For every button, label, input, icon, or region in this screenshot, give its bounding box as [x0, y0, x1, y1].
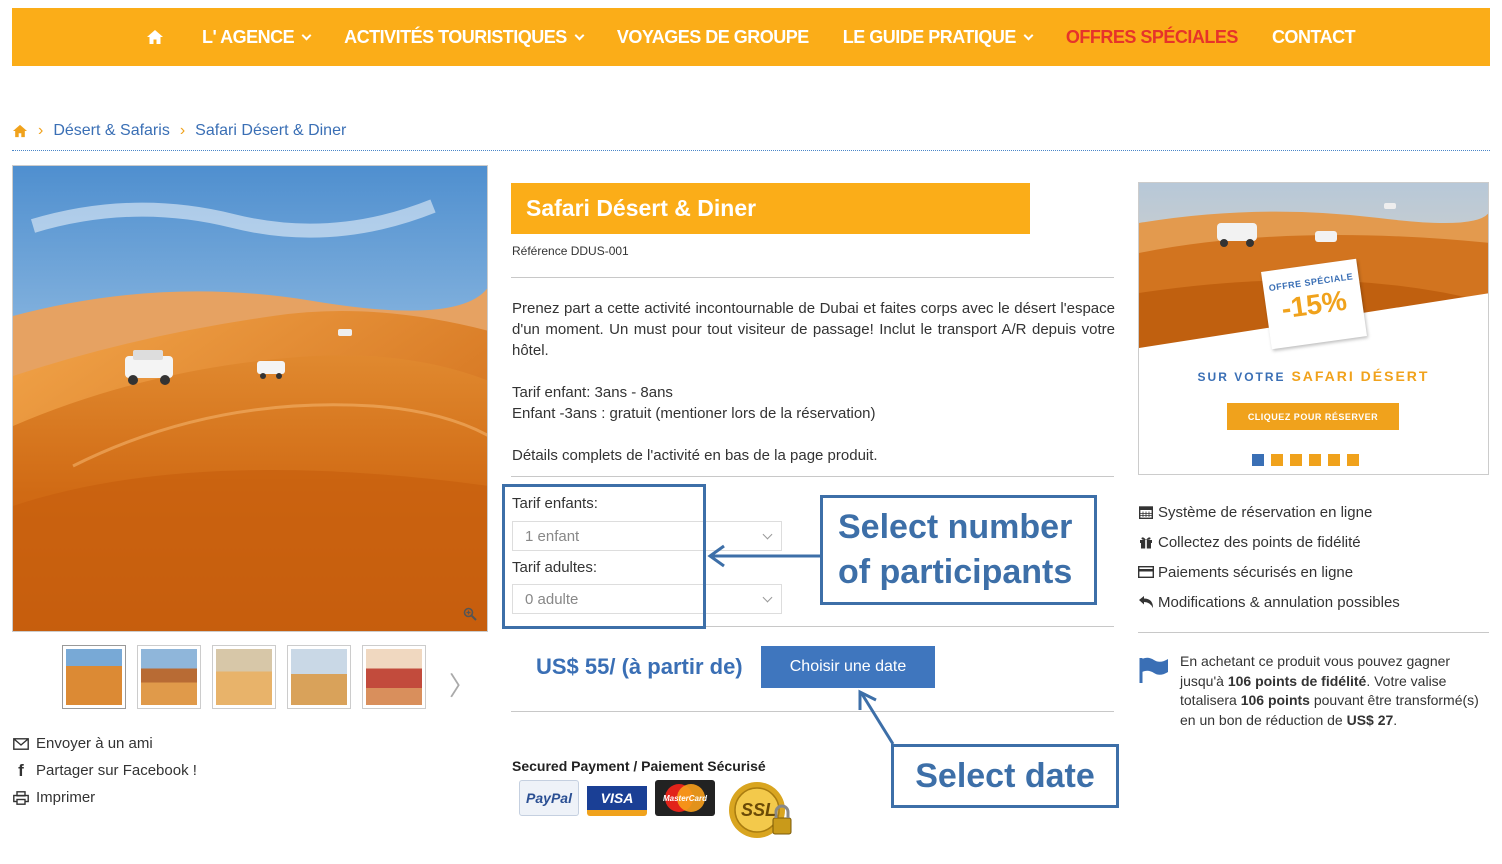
breadcrumb-divider: [12, 150, 1490, 151]
feature-item: Système de réservation en ligne: [1138, 497, 1400, 527]
nav-activites[interactable]: ACTIVITÉS TOURISTIQUES: [344, 27, 585, 48]
share-links: Envoyer à un ami f Partager sur Facebook…: [12, 730, 197, 811]
visa-logo: VISA: [587, 780, 647, 816]
divider: [511, 711, 1114, 712]
chevron-down-icon: [1023, 30, 1034, 40]
promo-banner[interactable]: OFFRE SPÉCIALE -15% SUR VOTRE SAFARI DÉS…: [1138, 182, 1489, 475]
feature-item: Modifications & annulation possibles: [1138, 587, 1400, 617]
chevron-down-icon: [574, 30, 585, 40]
feature-label: Système de réservation en ligne: [1158, 503, 1373, 521]
choose-date-button[interactable]: Choisir une date: [761, 646, 935, 688]
child-rate-text: Tarif enfant: 3ans - 8ans: [512, 384, 673, 401]
facebook-icon: f: [18, 760, 24, 780]
slider-dot[interactable]: [1290, 454, 1302, 466]
email-friend-link[interactable]: Envoyer à un ami: [12, 730, 197, 757]
details-note: Détails complets de l'activité en bas de…: [512, 447, 878, 464]
description-text: Prenez part a cette activité incontourna…: [512, 300, 1115, 359]
envelope-icon: [12, 737, 30, 750]
thumbnail[interactable]: [62, 645, 126, 709]
slider-dot[interactable]: [1252, 454, 1264, 466]
participants-callout: Select number of participants: [820, 495, 1097, 605]
participants-callout-text: Select number of participants: [838, 508, 1073, 591]
chevron-down-icon: [762, 592, 773, 603]
slider-dots: [1252, 454, 1366, 466]
facebook-share-link[interactable]: f Partager sur Facebook !: [12, 757, 197, 784]
thumbnail[interactable]: [362, 645, 426, 709]
slider-dot[interactable]: [1271, 454, 1283, 466]
nav-guide-pratique[interactable]: LE GUIDE PRATIQUE: [843, 27, 1034, 48]
chevron-down-icon: [762, 529, 773, 540]
date-callout-text: Select date: [915, 756, 1095, 795]
undo-icon: [1138, 595, 1154, 609]
promo-text: SUR VOTRE SAFARI DÉSERT: [1139, 368, 1488, 384]
loyalty-points1: 106 points de fidélité: [1227, 672, 1367, 689]
home-icon[interactable]: [12, 124, 28, 138]
product-description: Prenez part a cette activité incontourna…: [512, 298, 1115, 487]
loyalty-amount: US$ 27: [1346, 711, 1394, 728]
slider-dot[interactable]: [1347, 454, 1359, 466]
feature-item: Paiements sécurisés en ligne: [1138, 557, 1400, 587]
participants-highlight-box: [502, 484, 706, 629]
vehicle-3: [338, 329, 352, 336]
thumbnail-strip: [62, 645, 437, 709]
mastercard-text: MasterCard: [662, 793, 707, 803]
feature-item: Collectez des points de fidélité: [1138, 527, 1400, 557]
features-list: Système de réservation en ligne Collecte…: [1138, 497, 1400, 617]
chevron-down-icon: [301, 30, 312, 40]
loyalty-info: En achetant ce produit vous pouvez gagne…: [1180, 653, 1479, 728]
date-callout: Select date: [891, 744, 1119, 808]
gift-icon: [1138, 535, 1154, 549]
chevron-right-icon: ›: [179, 122, 186, 139]
breadcrumb: › Désert & Safaris › Safari Désert & Din…: [12, 122, 346, 140]
promo-book-button[interactable]: CLIQUEZ POUR RÉSERVER: [1227, 403, 1399, 430]
credit-card-icon: [1138, 566, 1154, 578]
product-reference: Référence DDUS-001: [512, 244, 629, 258]
divider: [511, 476, 1114, 477]
zoom-icon[interactable]: [463, 607, 477, 621]
promo-text-highlight: SAFARI DÉSERT: [1291, 368, 1430, 384]
calendar-icon: [1138, 505, 1154, 519]
thumbnail[interactable]: [137, 645, 201, 709]
nav-voyages-groupe[interactable]: VOYAGES DE GROUPE: [617, 27, 809, 48]
paypal-logo: PayPal: [519, 780, 579, 816]
chevron-right-icon: ›: [38, 122, 44, 139]
promo-offer-badge: OFFRE SPÉCIALE -15%: [1261, 258, 1367, 350]
secured-payment-label: Secured Payment / Paiement Sécurisé: [512, 758, 766, 774]
feature-label: Paiements sécurisés en ligne: [1158, 563, 1354, 581]
ssl-text: SSL: [741, 800, 777, 820]
nav-agence[interactable]: L' AGENCE: [202, 27, 312, 48]
product-title: Safari Désert & Diner: [511, 183, 1030, 234]
breadcrumb-current[interactable]: Safari Désert & Diner: [195, 122, 346, 140]
feature-label: Modifications & annulation possibles: [1158, 593, 1400, 611]
nav-offres-speciales[interactable]: OFFRES SPÉCIALES: [1066, 27, 1239, 48]
main-nav: L' AGENCE ACTIVITÉS TOURISTIQUES VOYAGES…: [12, 8, 1490, 66]
infant-rate-text: Enfant -3ans : gratuit (mentioner lors d…: [512, 405, 876, 422]
feature-label: Collectez des points de fidélité: [1158, 533, 1361, 551]
slider-dot[interactable]: [1309, 454, 1321, 466]
thumbnail[interactable]: [287, 645, 351, 709]
divider: [1138, 632, 1489, 633]
ssl-badge: SSL: [723, 778, 795, 846]
nav-contact[interactable]: CONTACT: [1272, 27, 1356, 48]
divider: [511, 277, 1114, 278]
print-icon: [12, 790, 30, 805]
product-main-image[interactable]: [12, 165, 488, 632]
mastercard-logo: MasterCard: [655, 780, 715, 816]
thumbnail-next-button[interactable]: 〉: [449, 666, 475, 703]
flag-icon: [1139, 657, 1168, 683]
payment-logos: PayPal VISA MasterCard SSL: [519, 780, 795, 846]
slider-dot[interactable]: [1328, 454, 1340, 466]
promo-text-prefix: SUR VOTRE: [1197, 370, 1286, 384]
product-price: US$ 55/ (à partir de): [536, 654, 743, 679]
print-link[interactable]: Imprimer: [12, 784, 197, 811]
thumbnail[interactable]: [212, 645, 276, 709]
desert-safari-photo: [13, 166, 487, 631]
breadcrumb-desert-safaris[interactable]: Désert & Safaris: [53, 122, 169, 140]
home-icon[interactable]: [146, 29, 164, 45]
loyalty-points2: 106 points: [1240, 692, 1310, 708]
